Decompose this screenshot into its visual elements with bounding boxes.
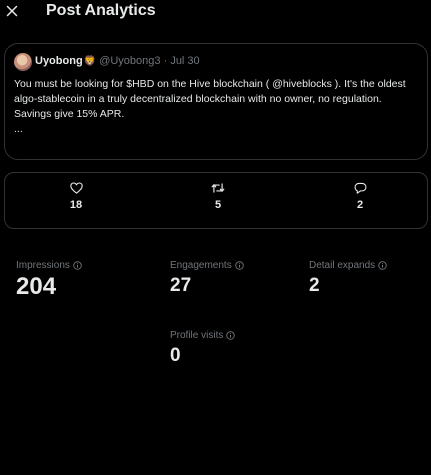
detail-expands-metric: Detail expands 2	[309, 259, 387, 295]
author-name[interactable]: Uyobong	[35, 55, 83, 67]
likes-count: 18	[69, 199, 83, 211]
impressions-metric: Impressions 204	[16, 259, 82, 299]
header: Post Analytics	[0, 0, 431, 26]
engagements-value: 27	[170, 275, 192, 296]
engagement-bar: 18 5 2	[4, 172, 428, 229]
engagements-label-row: Engagements	[170, 259, 244, 272]
post-date[interactable]: Jul 30	[170, 55, 199, 67]
separator-dot: ·	[163, 55, 168, 67]
reply-icon	[354, 182, 366, 194]
engagements-label: Engagements	[170, 260, 232, 271]
engagements-metric: Engagements 27	[170, 259, 244, 295]
page-title: Post Analytics	[46, 2, 156, 19]
post-ellipsis: ...	[14, 123, 23, 135]
author-handle[interactable]: @Uyobong3	[99, 55, 160, 67]
avatar[interactable]	[14, 53, 32, 71]
profile-visits-value: 0	[170, 345, 181, 366]
post-text-segment: You must be looking for $HBD on the Hive…	[14, 78, 270, 90]
heart-icon	[69, 182, 83, 194]
repost-icon	[211, 183, 225, 193]
reposts-count: 5	[214, 199, 222, 211]
mention-link[interactable]: @hiveblocks	[272, 78, 332, 90]
profile-visits-metric: Profile visits 0	[170, 329, 236, 366]
impressions-label-row: Impressions	[16, 259, 82, 272]
info-icon[interactable]	[73, 261, 82, 270]
profile-visits-label-row: Profile visits	[170, 329, 236, 342]
info-icon[interactable]	[378, 261, 387, 270]
replies-stat[interactable]: 2	[340, 182, 380, 212]
impressions-value: 204	[16, 273, 57, 300]
reposts-stat[interactable]: 5	[198, 182, 238, 212]
post-paragraph: You must be looking for $HBD on the Hive…	[14, 77, 418, 107]
close-icon	[6, 5, 18, 17]
info-icon[interactable]	[234, 261, 244, 270]
post-author-line: Uyobong🦁 @Uyobong3 · Jul 30	[35, 54, 200, 69]
detail-expands-label-row: Detail expands	[309, 259, 387, 272]
info-icon[interactable]	[226, 331, 236, 340]
detail-expands-label: Detail expands	[309, 260, 376, 271]
close-button[interactable]	[3, 2, 21, 20]
detail-expands-value: 2	[309, 275, 320, 296]
impressions-label: Impressions	[16, 260, 70, 271]
lion-emoji-icon: 🦁	[83, 56, 97, 67]
post-text: You must be looking for $HBD on the Hive…	[14, 77, 418, 137]
likes-stat[interactable]: 18	[56, 182, 96, 212]
post-card[interactable]: Uyobong🦁 @Uyobong3 · Jul 30 You must be …	[4, 43, 428, 160]
profile-visits-label: Profile visits	[170, 330, 224, 341]
post-line-savings: Savings give 15% APR.	[14, 108, 125, 120]
replies-count: 2	[356, 199, 364, 211]
